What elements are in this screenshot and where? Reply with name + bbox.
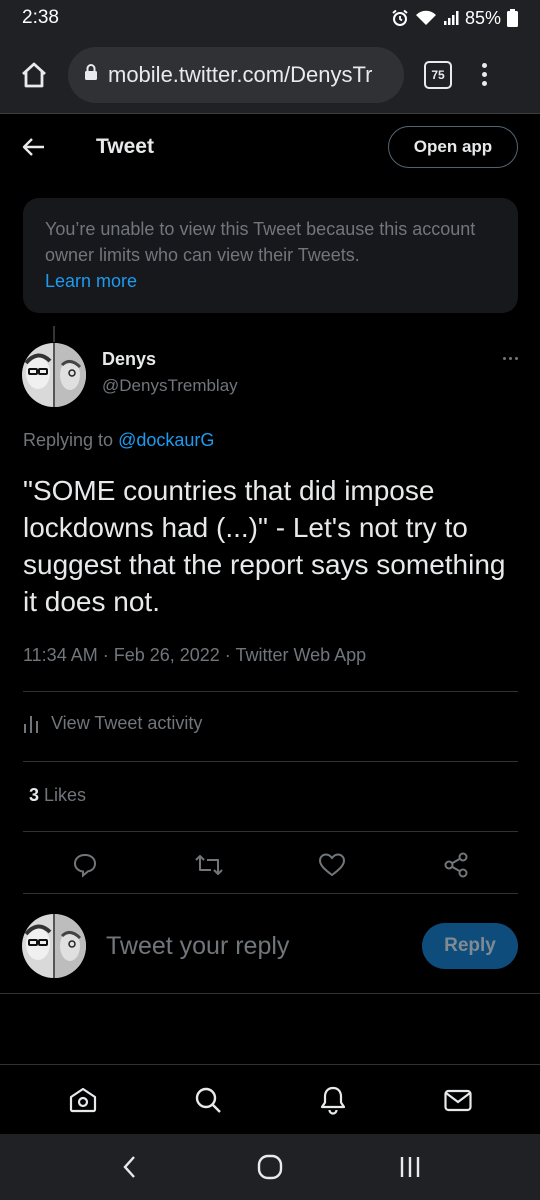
reply-submit-button[interactable]: Reply <box>422 923 518 969</box>
analytics-icon <box>24 715 38 733</box>
divider <box>23 691 518 692</box>
view-activity-button[interactable]: View Tweet activity <box>23 713 202 734</box>
reply-icon <box>73 853 96 878</box>
system-home-button[interactable] <box>240 1142 300 1192</box>
tweet-header: Tweet Open app <box>0 114 540 180</box>
nav-messages[interactable] <box>438 1080 478 1120</box>
divider <box>23 831 518 832</box>
signal-icon <box>443 10 459 26</box>
activity-label: View Tweet activity <box>51 713 203 733</box>
recents-icon <box>400 1157 420 1177</box>
chevron-left-icon <box>123 1156 135 1178</box>
home-icon <box>69 1087 96 1112</box>
divider <box>0 993 540 994</box>
author-handle: @DenysTremblay <box>102 376 238 395</box>
bell-icon <box>320 1086 345 1115</box>
more-dot-icon <box>515 357 518 360</box>
home-circle-icon <box>257 1154 283 1180</box>
tweet-text: "SOME countries that did impose lockdown… <box>23 475 506 617</box>
browser-home-button[interactable] <box>14 55 54 95</box>
status-bar: 2:38 85% <box>0 0 540 36</box>
likes-count-link[interactable]: 3 Likes <box>29 785 86 806</box>
system-navigation-bar <box>0 1134 540 1200</box>
system-recents-button[interactable] <box>380 1142 440 1192</box>
author-info[interactable]: Denys @DenysTremblay <box>102 343 238 409</box>
likes-label: Likes <box>44 785 87 805</box>
avatar[interactable] <box>22 343 86 407</box>
address-bar[interactable]: mobile.twitter.com/DenysTr <box>68 46 404 103</box>
envelope-icon <box>443 1089 472 1111</box>
divider <box>23 893 518 894</box>
page-title: Tweet <box>96 135 154 158</box>
reply-composer: Tweet your reply Reply <box>22 910 518 982</box>
system-back-button[interactable] <box>100 1142 160 1192</box>
avatar-image <box>22 343 86 407</box>
retweet-icon <box>194 855 223 875</box>
menu-dot-icon <box>481 81 487 86</box>
share-icon <box>444 852 468 878</box>
author-name: Denys <box>102 349 157 369</box>
replying-to: Replying to @dockaurG <box>23 430 214 451</box>
browser-toolbar: mobile.twitter.com/DenysTr 75 <box>0 36 540 114</box>
restricted-tweet-notice: You’re unable to view this Tweet because… <box>23 198 518 313</box>
avatar <box>22 914 86 978</box>
open-app-button[interactable]: Open app <box>388 126 518 168</box>
tab-switcher-button[interactable]: 75 <box>424 60 452 89</box>
status-icons: 85% <box>391 8 518 29</box>
bottom-navigation <box>0 1064 540 1134</box>
alarm-icon <box>391 9 409 27</box>
menu-dot-icon <box>481 72 487 77</box>
replying-prefix: Replying to <box>23 430 114 450</box>
battery-percent: 85% <box>464 7 501 28</box>
likes-count: 3 <box>29 785 40 805</box>
more-options-button[interactable] <box>503 343 518 409</box>
status-time: 2:38 <box>22 7 59 28</box>
like-button[interactable] <box>315 848 349 882</box>
tweet-meta: 11:34 AM · Feb 26, 2022 · Twitter Web Ap… <box>23 645 367 665</box>
nav-search[interactable] <box>188 1080 228 1120</box>
nav-notifications[interactable] <box>313 1080 353 1120</box>
search-icon <box>195 1087 221 1113</box>
home-icon <box>22 62 46 87</box>
reply-input[interactable]: Tweet your reply <box>106 932 289 961</box>
back-button[interactable] <box>22 132 52 162</box>
lock-icon <box>84 63 98 86</box>
battery-icon <box>507 9 518 27</box>
reply-button[interactable] <box>68 848 102 882</box>
more-dot-icon <box>509 357 512 360</box>
tweet-author: Denys @DenysTremblay <box>22 343 518 409</box>
url-text: mobile.twitter.com/DenysTr <box>108 61 373 87</box>
divider <box>23 761 518 762</box>
arrow-left-icon <box>22 138 44 156</box>
nav-home[interactable] <box>63 1080 103 1120</box>
browser-menu-button[interactable] <box>478 63 490 86</box>
more-dot-icon <box>503 357 506 360</box>
like-icon <box>319 853 346 877</box>
menu-dot-icon <box>481 63 487 68</box>
share-button[interactable] <box>439 848 473 882</box>
wifi-icon <box>415 9 437 27</box>
notice-message: You’re unable to view this Tweet because… <box>45 219 476 265</box>
replying-handle-link[interactable]: @dockaurG <box>118 430 214 450</box>
retweet-button[interactable] <box>192 848 226 882</box>
tweet-actions <box>23 845 518 885</box>
avatar-image <box>22 914 86 978</box>
thread-connector <box>53 326 55 342</box>
learn-more-link[interactable]: Learn more <box>45 268 496 294</box>
